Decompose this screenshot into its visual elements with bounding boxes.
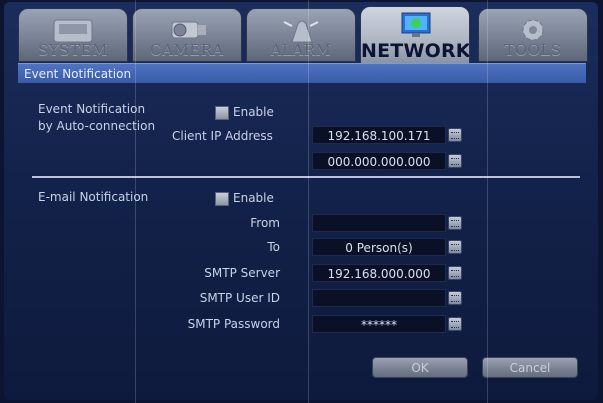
tab-camera-label: CAMERA [150,41,224,59]
section-header: Event Notification [18,63,586,83]
tab-network-label: NETWORK [361,40,470,62]
grid-line [487,0,488,403]
ok-button[interactable]: OK [372,357,468,378]
client-ip-field-1[interactable]: 192.168.100.171 [312,126,446,144]
email-enable-checkbox[interactable] [215,192,229,206]
keyboard-icon[interactable] [448,317,462,331]
client-ip-label: Client IP Address [172,129,273,143]
tab-system[interactable]: SYSTEM [18,8,128,62]
section-divider [32,176,580,178]
tab-bar: SYSTEM CAMERA ALARM NETWORK TOOLS [18,6,590,64]
keyboard-icon[interactable] [448,216,462,230]
tab-alarm-label: ALARM [270,41,332,59]
smtp-user-label: SMTP User ID [199,291,280,305]
auto-connection-label: by Auto-connection [38,119,156,133]
tab-camera[interactable]: CAMERA [132,8,242,62]
tab-system-label: SYSTEM [38,41,108,59]
to-label: To [267,240,280,254]
to-field[interactable]: 0 Person(s) [312,238,446,256]
email-notification-label: E-mail Notification [38,190,149,204]
smtp-password-label: SMTP Password [187,317,280,331]
keyboard-icon[interactable] [448,240,462,254]
keyboard-icon[interactable] [448,128,462,142]
keyboard-icon[interactable] [448,154,462,168]
tab-network[interactable]: NETWORK [360,6,470,64]
client-ip-field-2[interactable]: 000.000.000.000 [312,152,446,170]
smtp-user-field[interactable] [312,289,446,307]
keyboard-icon[interactable] [448,266,462,280]
tab-tools[interactable]: TOOLS [478,8,588,62]
grid-line [135,0,136,403]
grid-line [308,0,309,403]
event-enable-checkbox[interactable] [215,106,229,120]
network-icon [391,9,439,43]
event-enable-label: Enable [233,105,274,119]
from-field[interactable] [312,214,446,232]
tab-tools-label: TOOLS [504,41,562,59]
cancel-button[interactable]: Cancel [482,357,578,378]
from-label: From [250,216,280,230]
keyboard-icon[interactable] [448,291,462,305]
smtp-password-field[interactable]: ****** [312,315,446,333]
smtp-server-label: SMTP Server [204,266,280,280]
tab-alarm[interactable]: ALARM [246,8,356,62]
email-enable-label: Enable [233,191,274,205]
smtp-server-field[interactable]: 192.168.000.000 [312,264,446,282]
event-notification-label: Event Notification [38,102,146,116]
